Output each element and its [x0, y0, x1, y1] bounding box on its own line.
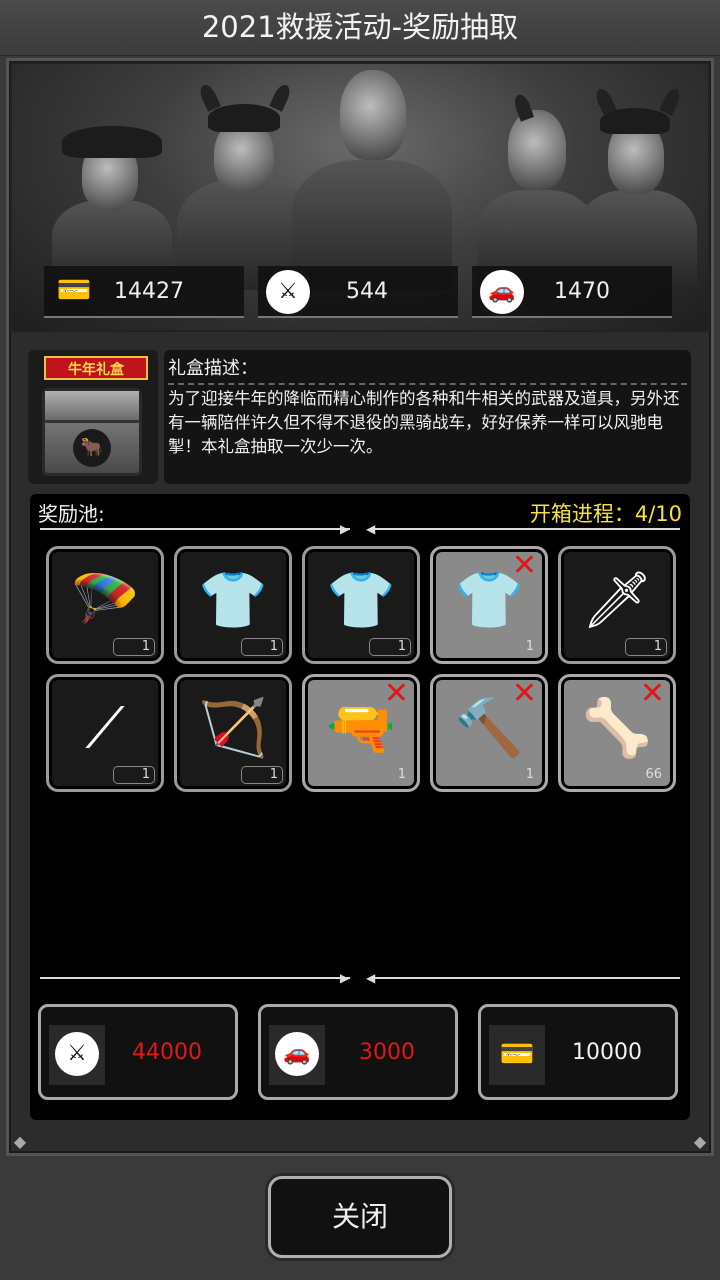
- draw-with-car-button[interactable]: 🚗 3000: [258, 1004, 458, 1100]
- reward-item[interactable]: 👕 1: [302, 546, 420, 664]
- claimed-x-icon: ✕: [511, 548, 537, 583]
- item-quantity: 1: [369, 766, 411, 784]
- cost-value: 10000: [572, 1040, 642, 1065]
- currency-swords: ⚔ 544: [258, 266, 458, 318]
- divider: [40, 977, 350, 979]
- item-quantity: 1: [241, 766, 283, 784]
- crossed-swords-icon: ⚔: [55, 1032, 99, 1076]
- currency-tickets: 💳 14427: [44, 266, 244, 318]
- car-icon: 🚗: [275, 1032, 319, 1076]
- currency-value: 1470: [554, 279, 610, 304]
- gift-box-label: 牛年礼盒: [44, 356, 148, 380]
- divider: [374, 528, 680, 530]
- open-progress: 开箱进程：4/10: [529, 502, 682, 526]
- cost-value: 3000: [359, 1040, 415, 1065]
- reward-item[interactable]: 🗡 1: [558, 546, 676, 664]
- draw-with-swords-button[interactable]: ⚔ 44000: [38, 1004, 238, 1100]
- staff-icon: ⟋: [85, 696, 125, 761]
- parachute-car-icon: 🪂: [70, 568, 140, 633]
- item-quantity: 1: [369, 638, 411, 656]
- item-quantity: 1: [113, 638, 155, 656]
- character-soldier: [292, 64, 452, 290]
- item-quantity: 66: [625, 766, 667, 784]
- item-quantity: 1: [113, 766, 155, 784]
- crossbow-icon: 🏹: [198, 696, 268, 761]
- description-title: 礼盒描述：: [168, 354, 687, 385]
- reward-item[interactable]: 👕 1 ✕: [430, 546, 548, 664]
- currency-value: 14427: [114, 279, 184, 304]
- item-quantity: 1: [497, 638, 539, 656]
- outfit-box-icon: 👕: [326, 568, 396, 633]
- corner-ornament: ◆: [13, 1132, 27, 1151]
- gift-description: 礼盒描述： 为了迎接牛年的降临而精心制作的各种和牛相关的武器及道具，另外还有一辆…: [164, 350, 691, 484]
- currency-value: 544: [346, 279, 388, 304]
- reward-pool-title: 奖励池:: [38, 502, 105, 526]
- corner-ornament: ◆: [693, 1132, 707, 1151]
- claimed-x-icon: ✕: [639, 676, 665, 711]
- ticket-card-icon: 💳: [499, 1037, 535, 1070]
- claimed-x-icon: ✕: [511, 676, 537, 711]
- bull-skull-icon: 🐂: [73, 429, 111, 467]
- outfit-box-icon: 👕: [198, 568, 268, 633]
- currency-car: 🚗 1470: [472, 266, 672, 318]
- cost-value: 44000: [132, 1040, 202, 1065]
- gift-box-panel: 牛年礼盒 🐂: [28, 350, 158, 484]
- page-title: 2021救援活动-奖励抽取: [0, 0, 720, 56]
- reward-item[interactable]: 🔨 1 ✕: [430, 674, 548, 792]
- arrow-right-icon: ▶: [340, 971, 350, 985]
- crossed-swords-icon: ⚔: [266, 270, 310, 314]
- claimed-x-icon: ✕: [383, 676, 409, 711]
- character-woman-cap: [572, 80, 702, 290]
- close-button[interactable]: 关闭: [268, 1176, 452, 1258]
- divider: [40, 528, 350, 530]
- item-quantity: 1: [497, 766, 539, 784]
- ticket-card-icon: 💳: [56, 273, 92, 306]
- reward-item[interactable]: ⟋ 1: [46, 674, 164, 792]
- reward-item[interactable]: 👕 1: [174, 546, 292, 664]
- car-icon: 🚗: [480, 270, 524, 314]
- description-text: 为了迎接牛年的降临而精心制作的各种和牛相关的武器及道具，另外还有一辆陪伴许久但不…: [168, 389, 680, 456]
- reward-item[interactable]: 🏹 1: [174, 674, 292, 792]
- horn-knife-icon: 🗡: [581, 568, 653, 633]
- currency-bar: 💳 14427 ⚔ 544 🚗 1470: [10, 264, 710, 320]
- reward-item[interactable]: 🦴 66 ✕: [558, 674, 676, 792]
- character-woman-hat: [42, 90, 182, 290]
- reward-item[interactable]: 🪂 1: [46, 546, 164, 664]
- item-quantity: 1: [625, 638, 667, 656]
- divider: [374, 977, 680, 979]
- chest-icon: 🐂: [42, 388, 142, 476]
- reward-item[interactable]: 🔫 1 ✕: [302, 674, 420, 792]
- item-quantity: 1: [241, 638, 283, 656]
- arrow-right-icon: ▶: [340, 522, 350, 536]
- draw-with-tickets-button[interactable]: 💳 10000: [478, 1004, 678, 1100]
